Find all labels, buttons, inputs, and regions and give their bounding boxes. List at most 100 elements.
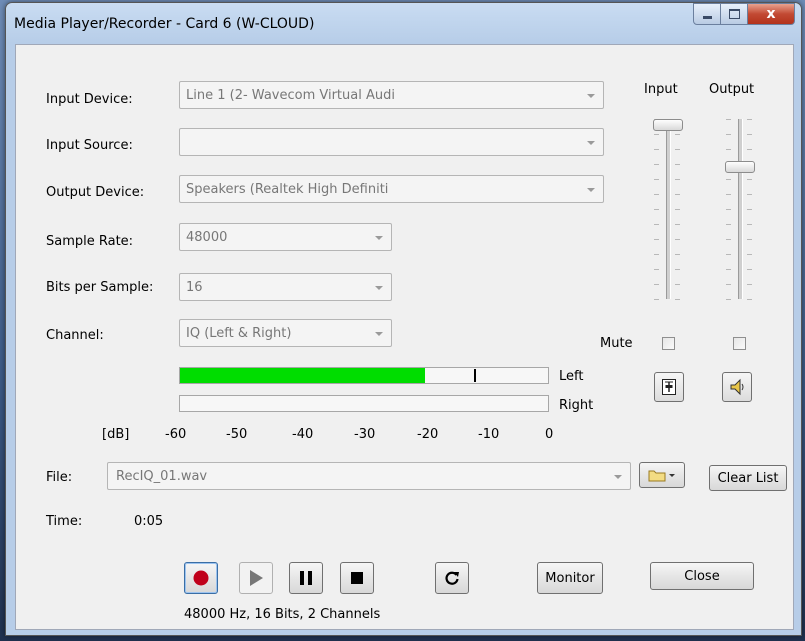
file-select[interactable]: RecIQ_01.wav [107, 462, 631, 490]
time-label: Time: [46, 514, 83, 529]
input-source-select[interactable] [179, 128, 604, 156]
time-value: 0:05 [134, 514, 164, 529]
title-bar[interactable]: Media Player/Recorder - Card 6 (W-CLOUD)… [6, 3, 801, 45]
file-value: RecIQ_01.wav [116, 469, 208, 484]
scale-tick-label: -10 [478, 427, 500, 442]
input-device-value: Line 1 (2- Wavecom Virtual Audi [186, 88, 395, 103]
output-volume-slider[interactable] [714, 113, 764, 307]
scale-tick-label: 0 [545, 427, 554, 442]
channel-select[interactable]: IQ (Left & Right) [179, 319, 392, 347]
slider-tick [654, 269, 659, 270]
slider-tick [747, 149, 752, 150]
output-slider-thumb[interactable] [725, 161, 755, 173]
stop-icon [351, 572, 363, 584]
input-device-select[interactable]: Line 1 (2- Wavecom Virtual Audi [179, 81, 604, 109]
slider-tick [726, 149, 731, 150]
caption-buttons: x [693, 3, 795, 25]
slider-tick [726, 224, 731, 225]
repeat-icon [445, 571, 459, 585]
chevron-down-icon [375, 236, 383, 240]
monitor-label: Monitor [545, 570, 595, 586]
slider-tick [726, 239, 731, 240]
channel-label: Channel: [46, 328, 104, 343]
slider-tick [747, 269, 752, 270]
speaker-button[interactable] [722, 372, 752, 402]
pause-button[interactable] [289, 562, 323, 594]
scale-tick-label: -60 [165, 427, 187, 442]
left-peak-marker [474, 369, 477, 382]
format-status: 48000 Hz, 16 Bits, 2 Channels [184, 607, 381, 622]
sample-rate-select[interactable]: 48000 [179, 223, 392, 251]
clear-list-label: Clear List [717, 470, 779, 486]
speaker-icon [730, 378, 744, 396]
slider-tick [654, 239, 659, 240]
left-level-fill [180, 368, 426, 383]
clear-list-button[interactable]: Clear List [709, 465, 787, 491]
browse-folder-button[interactable] [639, 462, 685, 488]
close-icon: x [766, 6, 776, 22]
bits-per-sample-select[interactable]: 16 [179, 273, 392, 301]
output-mute-checkbox[interactable] [733, 337, 746, 350]
output-device-value: Speakers (Realtek High Definiti [186, 182, 389, 197]
minimize-icon [702, 15, 712, 19]
slider-tick [654, 284, 659, 285]
bits-per-sample-label: Bits per Sample: [46, 280, 154, 295]
output-device-label: Output Device: [46, 185, 145, 200]
slider-tick [654, 149, 659, 150]
input-volume-label: Input [644, 82, 678, 97]
slider-tick [726, 209, 731, 210]
left-level-meter [179, 367, 549, 384]
slider-tick [747, 134, 752, 135]
minimize-button[interactable] [693, 3, 721, 25]
pause-icon [300, 571, 312, 585]
input-device-label: Input Device: [46, 92, 133, 107]
slider-tick [726, 179, 731, 180]
input-source-label: Input Source: [46, 138, 133, 153]
output-device-select[interactable]: Speakers (Realtek High Definiti [179, 175, 604, 203]
slider-tick [726, 284, 731, 285]
slider-tick [726, 254, 731, 255]
input-slider-thumb[interactable] [653, 119, 683, 131]
monitor-button[interactable]: Monitor [537, 562, 603, 594]
slider-tick [726, 194, 731, 195]
right-channel-label: Right [559, 398, 594, 413]
slider-tick [675, 134, 680, 135]
record-button[interactable] [184, 562, 218, 594]
input-level-icon [662, 379, 676, 395]
slider-tick [675, 164, 680, 165]
input-volume-slider[interactable] [642, 113, 692, 307]
output-volume-label: Output [709, 82, 755, 97]
slider-tick [675, 209, 680, 210]
slider-tick [654, 134, 659, 135]
slider-tick [675, 239, 680, 240]
repeat-button[interactable] [435, 562, 469, 594]
slider-tick [654, 194, 659, 195]
mute-label: Mute [600, 336, 633, 351]
slider-tick [675, 194, 680, 195]
slider-tick [654, 254, 659, 255]
chevron-down-icon [375, 286, 383, 290]
input-mute-checkbox[interactable] [662, 337, 675, 350]
slider-tick [747, 299, 752, 300]
chevron-down-icon [587, 141, 595, 145]
chevron-down-icon [669, 474, 675, 477]
slider-tick [675, 149, 680, 150]
output-slider-track [738, 119, 743, 299]
slider-tick [675, 269, 680, 270]
slider-tick [747, 254, 752, 255]
stop-button[interactable] [340, 562, 374, 594]
close-window-button[interactable]: x [748, 3, 795, 25]
slider-tick [747, 194, 752, 195]
play-button[interactable] [239, 562, 273, 594]
input-level-button[interactable] [654, 372, 684, 402]
slider-tick [654, 164, 659, 165]
close-button[interactable]: Close [650, 562, 754, 590]
slider-tick [654, 224, 659, 225]
chevron-down-icon [614, 475, 622, 479]
slider-tick [726, 134, 731, 135]
scale-tick-label: -30 [354, 427, 376, 442]
slider-tick [675, 254, 680, 255]
maximize-button[interactable] [721, 3, 748, 25]
db-unit-label: [dB] [102, 427, 130, 442]
chevron-down-icon [587, 94, 595, 98]
